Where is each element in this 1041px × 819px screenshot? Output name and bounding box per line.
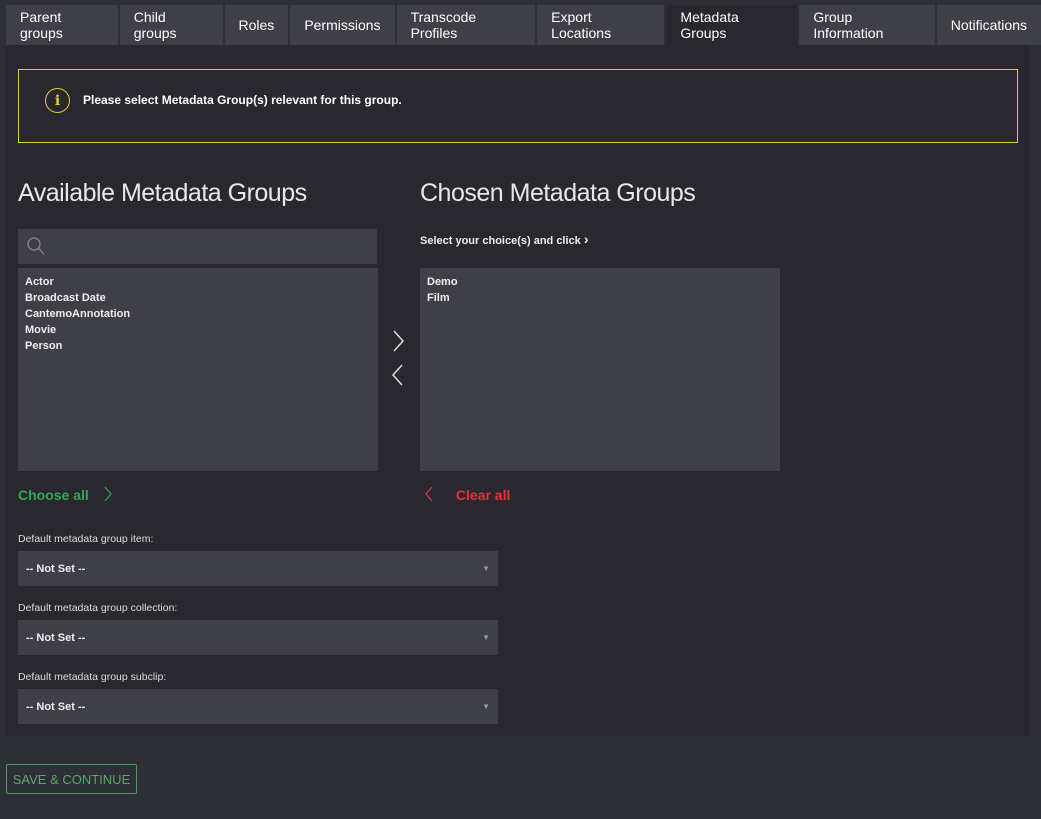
chevron-left-icon: [425, 486, 433, 502]
chosen-list[interactable]: Demo Film: [420, 268, 780, 471]
tab-notifications[interactable]: Notifications: [936, 5, 1041, 45]
default-collection-label: Default metadata group collection:: [18, 602, 178, 614]
available-search[interactable]: [18, 229, 377, 264]
list-item[interactable]: Actor: [25, 274, 371, 290]
list-item[interactable]: Broadcast Date: [25, 290, 371, 306]
list-item[interactable]: CantemoAnnotation: [25, 306, 371, 322]
chevron-right-icon: [393, 330, 405, 352]
list-item[interactable]: Movie: [25, 322, 371, 338]
list-item[interactable]: Demo: [427, 274, 773, 290]
caret-down-icon: ▼: [482, 564, 490, 573]
save-continue-button[interactable]: SAVE & CONTINUE: [6, 764, 137, 794]
default-collection-select[interactable]: -- Not Set -- ▼: [18, 620, 498, 655]
info-icon: i: [45, 88, 70, 113]
default-item-select[interactable]: -- Not Set -- ▼: [18, 551, 498, 586]
chosen-title: Chosen Metadata Groups: [420, 179, 696, 207]
default-item-label: Default metadata group item:: [18, 533, 154, 545]
tab-child-groups[interactable]: Child groups: [119, 5, 223, 45]
tab-group-information[interactable]: Group Information: [799, 5, 935, 45]
chosen-hint: Select your choice(s) and click ›: [420, 231, 589, 247]
available-list[interactable]: Actor Broadcast Date CantemoAnnotation M…: [18, 268, 378, 471]
caret-down-icon: ▼: [482, 633, 490, 642]
tab-parent-groups[interactable]: Parent groups: [6, 5, 118, 45]
chevron-right-icon: ›: [583, 231, 589, 247]
remove-selected-button[interactable]: [391, 363, 405, 393]
clear-all-link[interactable]: Clear all: [424, 486, 510, 503]
alert-message: Please select Metadata Group(s) relevant…: [83, 93, 402, 107]
default-subclip-label: Default metadata group subclip:: [18, 671, 167, 683]
metadata-groups-panel: i Please select Metadata Group(s) releva…: [6, 45, 1030, 736]
list-item[interactable]: Film: [427, 290, 773, 306]
chevron-right-icon: [104, 486, 112, 502]
tab-bar: Parent groups Child groups Roles Permiss…: [6, 5, 1041, 45]
caret-down-icon: ▼: [482, 702, 490, 711]
tab-transcode-profiles[interactable]: Transcode Profiles: [396, 5, 536, 45]
tab-export-locations[interactable]: Export Locations: [537, 5, 665, 45]
add-selected-button[interactable]: [391, 329, 405, 359]
tab-permissions[interactable]: Permissions: [290, 5, 395, 45]
tab-metadata-groups[interactable]: Metadata Groups: [666, 5, 798, 45]
choose-all-link[interactable]: Choose all: [18, 486, 113, 503]
available-title: Available Metadata Groups: [18, 179, 307, 207]
default-subclip-select[interactable]: -- Not Set -- ▼: [18, 689, 498, 724]
chevron-left-icon: [391, 364, 403, 386]
tab-roles[interactable]: Roles: [224, 5, 289, 45]
search-icon: [27, 237, 45, 255]
info-alert: i Please select Metadata Group(s) releva…: [18, 69, 1018, 143]
list-item[interactable]: Person: [25, 338, 371, 354]
